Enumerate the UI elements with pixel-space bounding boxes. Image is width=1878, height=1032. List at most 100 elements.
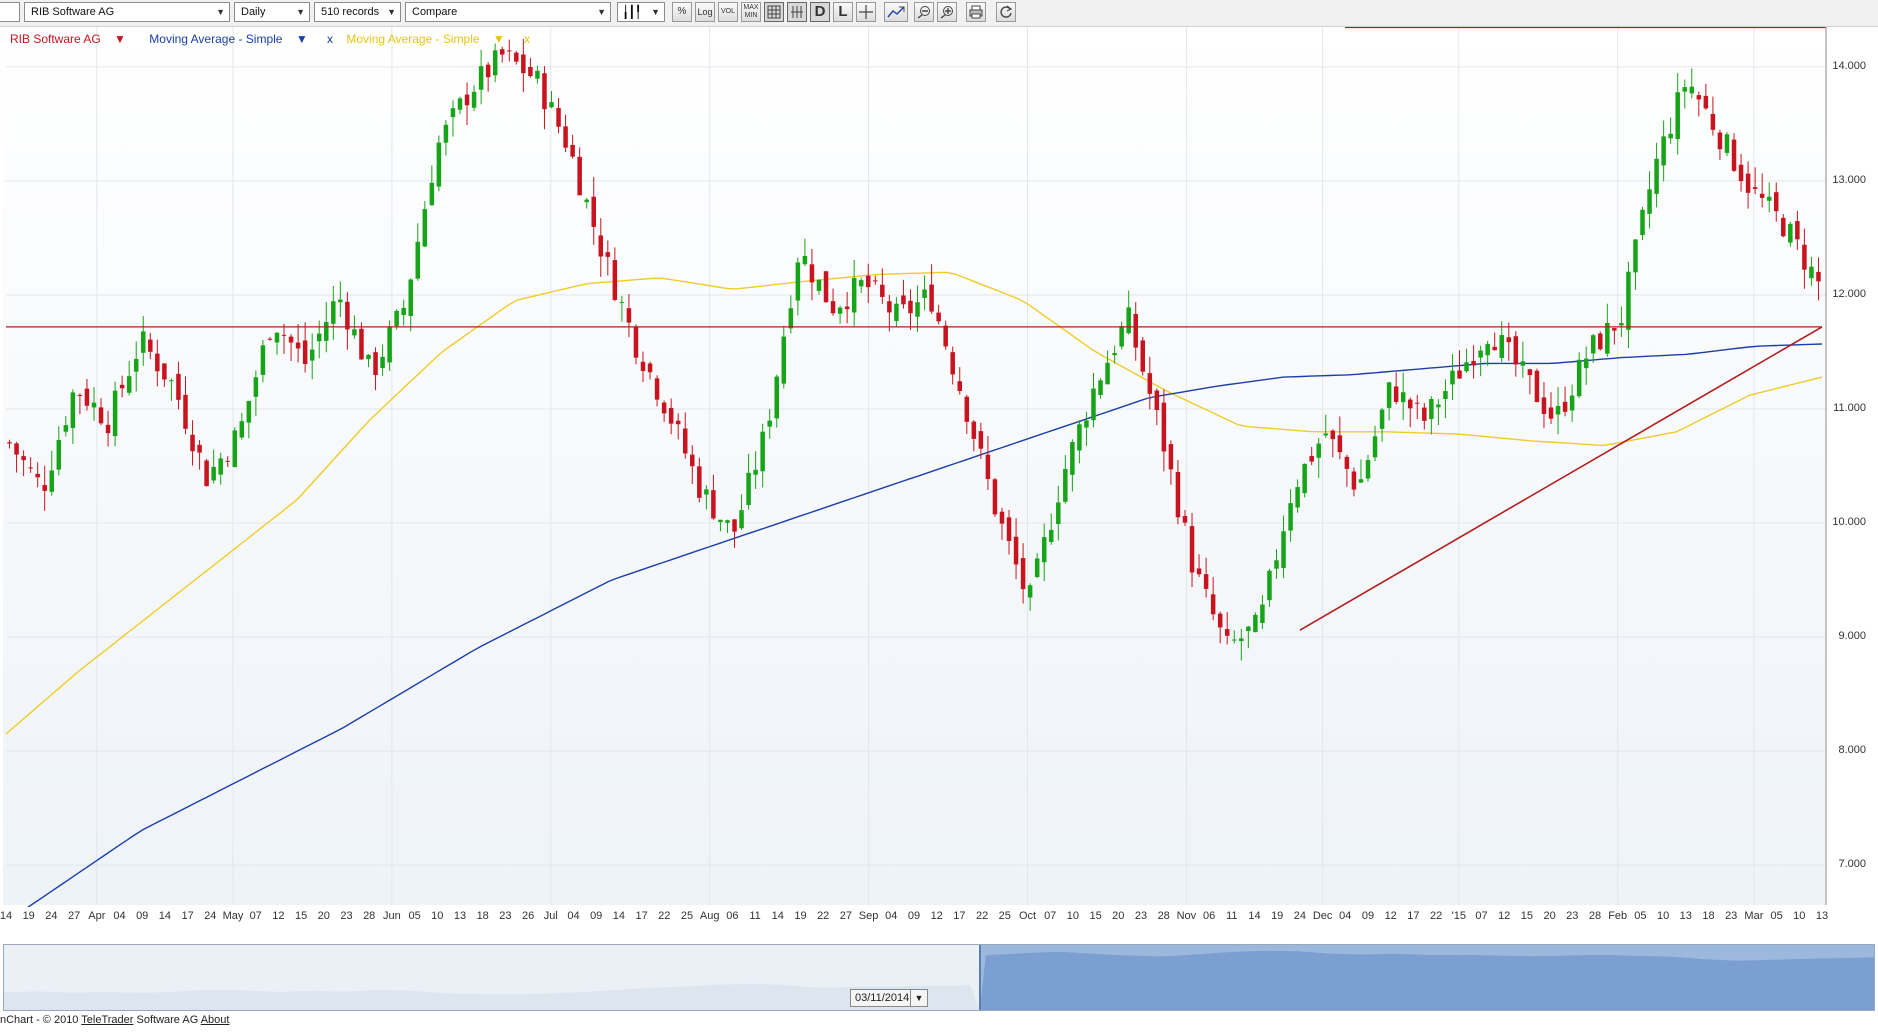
candle-body [1210, 594, 1216, 615]
crosshair-grid-button[interactable] [787, 2, 807, 22]
legend-ma1-remove-icon[interactable]: x [327, 32, 333, 46]
legend-series-label: RIB Software AG [10, 32, 101, 46]
y-tick-label: 11.000 [1833, 401, 1866, 414]
chart-type-select[interactable]: ╽┃╿ ▼ [617, 2, 665, 22]
candle-body [654, 378, 660, 400]
candle-body [957, 381, 963, 391]
reset-button[interactable] [996, 2, 1016, 22]
x-tick-label: 24 [1293, 910, 1307, 922]
chart-area[interactable]: RIB Software AG ▼ Moving Average - Simpl… [0, 27, 1878, 907]
legend-ma1[interactable]: Moving Average - Simple ▼ [149, 32, 317, 46]
x-tick-label: 04 [113, 910, 126, 922]
candle-body [626, 308, 632, 323]
percent-button[interactable]: % [672, 2, 692, 22]
candle-body [1063, 468, 1068, 502]
volume-button[interactable]: VOL [718, 2, 738, 22]
legend-series[interactable]: RIB Software AG ▼ [10, 32, 136, 46]
records-select[interactable]: 510 records ▼ [314, 2, 401, 22]
candle-body [1133, 313, 1138, 348]
crosshair-button[interactable] [856, 2, 876, 22]
instrument-select[interactable]: RIB Software AG ▼ [24, 2, 230, 22]
candle-body [464, 94, 470, 106]
zoom-out-button[interactable] [914, 2, 934, 22]
candle-body [408, 279, 413, 316]
x-tick-label: Mar [1744, 910, 1764, 922]
x-tick-label: '15 [1451, 910, 1466, 922]
candle-body [1302, 463, 1307, 494]
y-tick-label: 12.000 [1832, 287, 1866, 300]
x-tick-label: 14 [158, 910, 172, 922]
candle-body [1013, 536, 1019, 565]
chevron-down-icon: ▼ [216, 7, 225, 17]
x-tick-label: 14 [0, 910, 13, 922]
candle-body [1576, 359, 1582, 397]
candle-body [1309, 456, 1314, 462]
x-tick-label: 06 [726, 910, 739, 922]
grid-button[interactable] [764, 2, 784, 22]
candle-body [1506, 337, 1512, 343]
legend-ma2-menu-icon[interactable]: ▼ [493, 32, 505, 46]
maxmin-button[interactable]: MAX MIN [741, 2, 761, 22]
reset-icon [1000, 5, 1013, 18]
candle-body [1703, 95, 1709, 109]
y-tick-label: 9.000 [1838, 630, 1866, 643]
l-button[interactable]: L [833, 2, 853, 22]
footer-about-link[interactable]: About [201, 1014, 230, 1026]
x-tick-label: 11 [1226, 910, 1238, 922]
candle-body [1759, 193, 1765, 198]
l-label: L [838, 3, 848, 20]
candle-body [1520, 361, 1526, 366]
indicator-button[interactable] [884, 2, 908, 22]
candle-body [922, 289, 927, 298]
legend-ma2[interactable]: Moving Average - Simple ▼ [346, 32, 514, 46]
x-tick-label: 11 [749, 910, 761, 922]
print-button[interactable] [966, 2, 986, 22]
candle-body [1668, 133, 1673, 139]
candle-body [767, 420, 772, 427]
range-navigator[interactable]: 03/11/2014 ▼ [3, 944, 1875, 1011]
footer-company-suffix: Software AG [133, 1014, 201, 1026]
zoom-in-button[interactable] [937, 2, 957, 22]
candle-body [1337, 435, 1343, 453]
candle-body [605, 252, 611, 257]
x-tick-label: 14 [771, 910, 784, 922]
legend-ma1-menu-icon[interactable]: ▼ [296, 32, 308, 46]
price-chart[interactable] [0, 27, 1878, 907]
compare-select[interactable]: Compare ▼ [405, 2, 611, 22]
x-tick-label: Jun [383, 910, 401, 922]
footer-company-link[interactable]: TeleTrader [81, 1014, 133, 1026]
candle-body [858, 280, 864, 287]
candle-body [1358, 479, 1364, 483]
log-button[interactable]: Log [695, 2, 715, 22]
zoom-out-icon [917, 6, 930, 19]
candle-body [1274, 560, 1279, 569]
candle-body [1717, 132, 1723, 150]
candle-body [331, 301, 336, 324]
d-button[interactable]: D [810, 2, 830, 22]
candle-body [1583, 358, 1589, 369]
candle-body [1661, 136, 1666, 166]
candle-body [1654, 158, 1659, 194]
navigator-date-value: 03/11/2014 [855, 992, 910, 1004]
chevron-down-icon: ▼ [651, 7, 660, 17]
legend-ma2-label: Moving Average - Simple [346, 32, 480, 46]
legend-ma2-remove-icon[interactable]: x [524, 32, 530, 46]
x-tick-label: Sep [858, 910, 879, 922]
plot-background [3, 27, 1825, 905]
candle-body [457, 98, 463, 110]
x-tick-label: 13 [453, 910, 467, 922]
navigator-date-select[interactable]: 03/11/2014 ▼ [850, 989, 928, 1007]
chevron-down-icon: ▼ [387, 7, 396, 17]
candle-body [690, 454, 695, 467]
x-tick-label: 17 [181, 910, 194, 922]
candle-body [584, 199, 589, 203]
x-tick-label: 09 [136, 910, 149, 922]
legend-series-menu-icon[interactable]: ▼ [114, 32, 126, 46]
interval-select-value: Daily [241, 6, 266, 18]
candle-body [387, 327, 392, 363]
x-tick-label: Oct [1018, 910, 1037, 922]
interval-select[interactable]: Daily ▼ [234, 2, 310, 22]
print-icon [969, 5, 983, 19]
x-tick-label: Apr [88, 910, 106, 922]
x-tick-label: Jul [543, 910, 558, 922]
